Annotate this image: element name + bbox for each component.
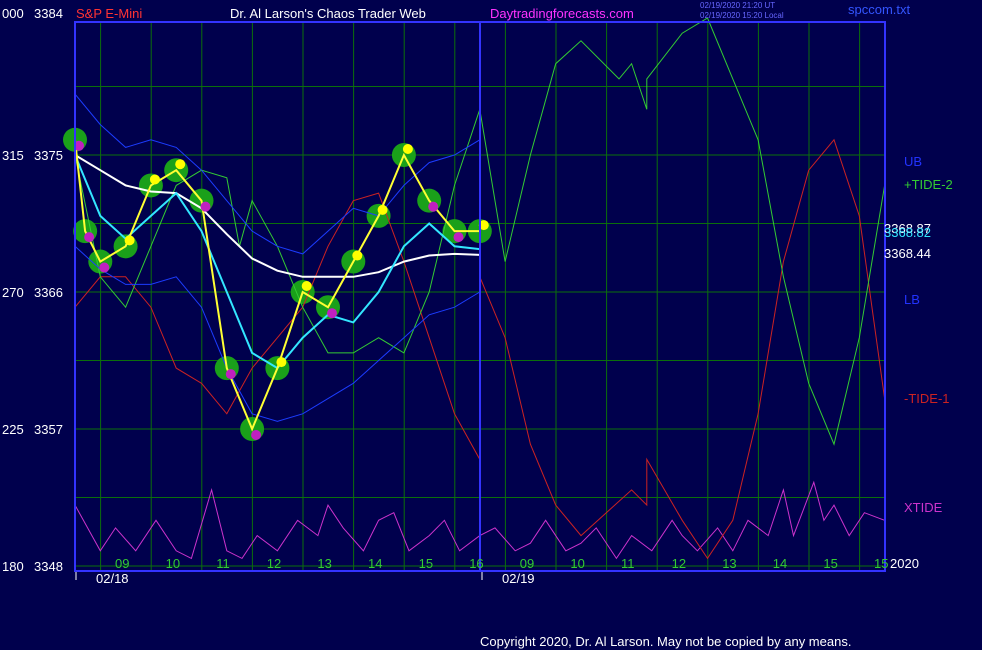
y-tick-code: 180 [2,559,24,574]
right-label: XTIDE [904,500,943,515]
price-dots [74,140,489,440]
site-title: Dr. Al Larson's Chaos Trader Web [230,6,426,21]
y-tick-label: 3357 [34,422,63,437]
price-dot-up [301,281,312,291]
right-label: +TIDE-2 [904,177,953,192]
price-dot-down [225,369,236,380]
right-label: LB [904,292,920,307]
x-tick-label: 15 [823,556,837,571]
timestamp-ut: 02/19/2020 21:20 UT [700,1,775,10]
header-left-code: 000 [2,6,24,21]
file-label: spccom.txt [848,2,911,17]
x-tick-label: 15 [419,556,433,571]
price-dot-down [200,201,211,212]
y-tick-label: 3348 [34,559,63,574]
y-tick-label: 3375 [34,148,63,163]
right-label: UB [904,154,922,169]
price-dot-down [99,262,110,273]
price-dot-up [149,174,160,185]
right-label: 3368.82 [884,225,931,240]
right-label: -TIDE-1 [904,391,950,406]
header-left-price: 3384 [34,6,63,21]
x-tick-label: 10 [166,556,180,571]
series-line-lb [74,245,481,422]
price-dot-up [175,159,186,170]
right-label: 3368.44 [884,246,931,261]
y-tick-code: 225 [2,422,24,437]
symbol-label: S&P E-Mini [76,6,142,21]
series-line-white-ma [74,154,480,278]
x-tick-label: 15 [874,556,888,571]
price-dot-down [84,232,95,243]
price-dot-up [124,235,135,246]
price-dot-down [327,308,337,319]
price-dot-up [402,144,413,154]
copyright: Copyright 2020, Dr. Al Larson. May not b… [480,634,851,649]
chart-svg: 315 3375 270 3366 225 3357 180 3348 09 10 11 12 13 14… [2,1,953,649]
x-tick-label: 13 [722,556,736,571]
price-dot-down [251,430,262,440]
x-tick-label: 14 [368,556,382,571]
x-date-label: 02/18 [96,571,129,586]
x-date-label: 02/19 [502,571,535,586]
price-dot-up [276,357,287,368]
x-tick-label: 12 [267,556,281,571]
x-tick-label: 10 [570,556,584,571]
timestamp-local: 02/19/2020 15:20 Local [700,11,784,20]
y-tick-code: 270 [2,285,24,300]
y-tick-label: 3366 [34,285,63,300]
axes: 315 3375 270 3366 225 3357 180 3348 09 10 11 12 13 14… [2,21,953,586]
price-dot-up [352,250,363,261]
price-dot-up [377,204,388,215]
corner-year-label: 2020 [890,556,919,571]
x-tick-label: 13 [317,556,331,571]
price-dot-down [453,232,464,243]
x-tick-label: 09 [520,556,534,571]
chart-stage: 315 3375 270 3366 225 3357 180 3348 09 10 11 12 13 14… [0,0,982,650]
x-tick-label: 09 [115,556,129,571]
x-tick-label: 11 [621,556,635,571]
site-link[interactable]: Daytradingforecasts.com [490,6,634,21]
x-tick-label: 11 [216,556,230,571]
x-tick-label: 12 [672,556,686,571]
x-tick-label: 14 [773,556,787,571]
price-dot-down [428,201,439,212]
x-tick-label: 16 [469,556,483,571]
y-tick-code: 315 [2,148,24,163]
